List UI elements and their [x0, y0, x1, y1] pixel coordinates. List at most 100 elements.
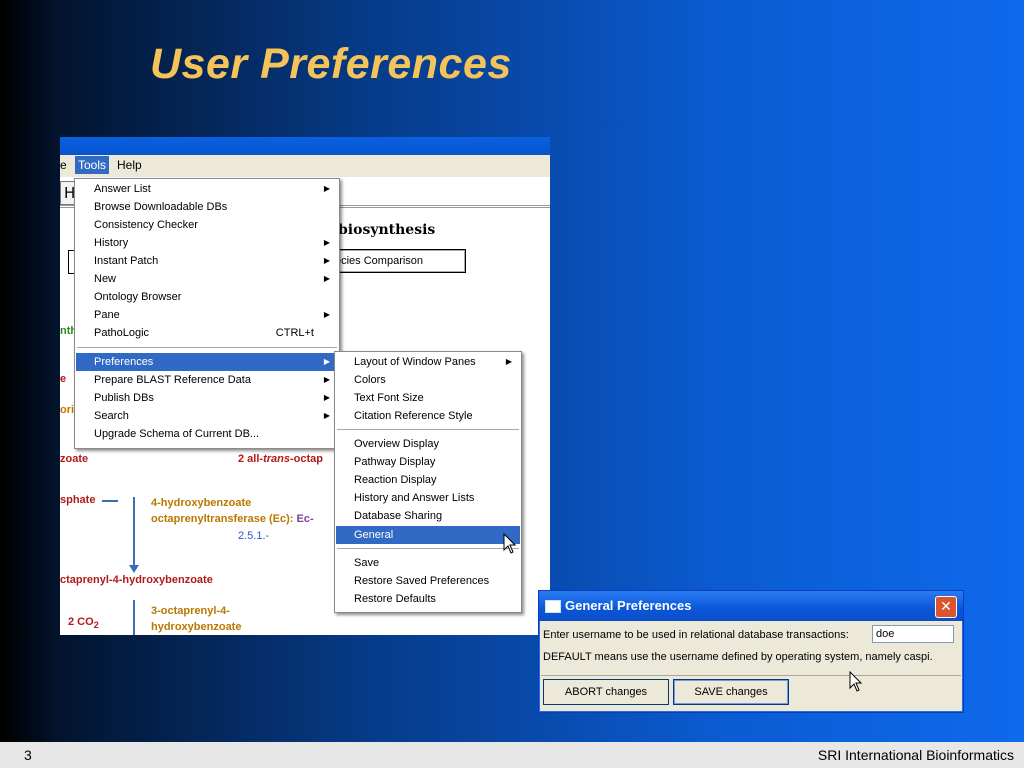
compound-phosphate[interactable]: sphate: [60, 494, 95, 506]
submenu-arrow-icon: ▶: [505, 357, 512, 366]
menu-item-browse-dbs[interactable]: Browse Downloadable DBs: [76, 198, 338, 216]
label: Instant Patch: [94, 255, 159, 267]
general-preferences-dialog: General Preferences ✕ Enter username to …: [538, 590, 964, 713]
label: Upgrade Schema of Current DB...: [94, 428, 260, 440]
username-input[interactable]: [872, 625, 954, 643]
label: Publish DBs: [94, 392, 154, 404]
pref-item-overview-display[interactable]: Overview Display: [336, 435, 520, 453]
menu-separator: [77, 347, 337, 349]
menu-item-history[interactable]: History ▶: [76, 234, 338, 252]
window-icon: [545, 600, 561, 613]
submenu-arrow-icon: ▶: [323, 375, 330, 384]
pref-item-pathway-display[interactable]: Pathway Display: [336, 453, 520, 471]
default-note: DEFAULT means use the username defined b…: [543, 651, 933, 663]
mouse-pointer-icon: [849, 671, 863, 692]
label: Consistency Checker: [94, 219, 198, 231]
label: New: [94, 273, 117, 285]
menu-item-preferences[interactable]: Preferences ▶: [76, 353, 338, 371]
menu-item-new[interactable]: New ▶: [76, 270, 338, 288]
close-icon[interactable]: ✕: [935, 596, 957, 618]
label: Preferences: [94, 356, 154, 368]
all-trans-suffix: -octap: [289, 453, 323, 465]
submenu-arrow-icon: ▶: [323, 411, 330, 420]
compound-octaprenyl-hydroxybenzoate[interactable]: ctaprenyl-4-hydroxybenzoate: [60, 574, 213, 586]
pref-item-reaction-display[interactable]: Reaction Display: [336, 471, 520, 489]
submenu-arrow-icon: ▶: [323, 238, 330, 247]
compound-all-trans[interactable]: 2 all-trans-octap: [238, 453, 323, 465]
compound-co2[interactable]: 2 CO2: [68, 616, 99, 630]
pref-item-text-font-size[interactable]: Text Font Size: [336, 389, 520, 407]
label: History: [94, 237, 129, 249]
label: Layout of Window Panes: [354, 356, 476, 368]
mouse-pointer-icon: [503, 533, 517, 554]
label: Reaction Display: [354, 474, 437, 486]
menu-item-consistency-checker[interactable]: Consistency Checker: [76, 216, 338, 234]
shortcut-label: CTRL+t: [275, 327, 314, 339]
pref-item-database-sharing[interactable]: Database Sharing: [336, 507, 520, 525]
label: Prepare BLAST Reference Data: [94, 374, 251, 386]
menu-item-pathologic[interactable]: PathoLogic CTRL+t: [76, 324, 338, 342]
arrow-head-icon: [129, 565, 139, 573]
label: Answer List: [94, 183, 151, 195]
label: Database Sharing: [354, 510, 443, 522]
compound-benzoate[interactable]: zoate: [60, 453, 88, 465]
label: Pathway Display: [354, 456, 436, 468]
label: History and Answer Lists: [354, 492, 475, 504]
menu-item-pane[interactable]: Pane ▶: [76, 306, 338, 324]
pathway-arrow-2: [133, 600, 135, 635]
menu-item-prepare-blast[interactable]: Prepare BLAST Reference Data ▶: [76, 371, 338, 389]
ec-number-link[interactable]: 2.5.1.-: [238, 530, 269, 542]
label: Restore Defaults: [354, 593, 436, 605]
enzyme-ec-prefix: Ec-: [296, 513, 314, 525]
label: Overview Display: [354, 438, 439, 450]
submenu-arrow-icon: ▶: [323, 357, 330, 366]
menu-help[interactable]: Help: [117, 158, 142, 172]
pathway-fragment-ori: ori: [60, 404, 75, 416]
label: Save: [354, 557, 380, 569]
label: Pane: [94, 309, 120, 321]
pref-item-layout[interactable]: Layout of Window Panes ▶: [336, 353, 520, 371]
label: Search: [94, 410, 129, 422]
enzyme-name-line2[interactable]: octaprenyltransferase (Ec): Ec-: [151, 513, 314, 525]
species-comparison-button[interactable]: ecies Comparison: [328, 249, 466, 273]
preferences-submenu: Layout of Window Panes ▶ Colors Text Font…: [334, 351, 522, 613]
submenu-arrow-icon: ▶: [323, 393, 330, 402]
pref-item-restore-saved[interactable]: Restore Saved Preferences: [336, 572, 520, 590]
pathway-title: biosynthesis: [338, 222, 436, 238]
pref-item-restore-defaults[interactable]: Restore Defaults: [336, 590, 520, 608]
submenu-arrow-icon: ▶: [323, 310, 330, 319]
menu-item-search[interactable]: Search ▶: [76, 407, 338, 425]
page-number: 3: [24, 747, 32, 763]
label: Restore Saved Preferences: [354, 575, 490, 587]
dialog-titlebar[interactable]: General Preferences ✕: [539, 591, 963, 621]
menu-item-publish-dbs[interactable]: Publish DBs ▶: [76, 389, 338, 407]
label: Ontology Browser: [94, 291, 182, 303]
enzyme-name-line1[interactable]: 4-hydroxybenzoate: [151, 497, 251, 509]
enzyme2-line1[interactable]: 3-octaprenyl-4-: [151, 605, 230, 617]
slide-title: User Preferences: [150, 40, 512, 88]
slide-footer: 3 SRI International Bioinformatics: [0, 742, 1024, 768]
save-changes-button[interactable]: SAVE changes: [673, 679, 789, 705]
submenu-arrow-icon: ▶: [323, 274, 330, 283]
pref-item-general[interactable]: General: [336, 526, 520, 544]
reaction-arrow: [102, 500, 118, 502]
enzyme2-line2[interactable]: hydroxybenzoate: [151, 621, 241, 633]
pref-item-save[interactable]: Save: [336, 554, 520, 572]
label: General: [354, 529, 394, 541]
pref-item-colors[interactable]: Colors: [336, 371, 520, 389]
menu-item-instant-patch[interactable]: Instant Patch ▶: [76, 252, 338, 270]
menu-item-upgrade-schema[interactable]: Upgrade Schema of Current DB...: [76, 425, 338, 443]
abort-changes-button[interactable]: ABORT changes: [543, 679, 669, 705]
label: Browse Downloadable DBs: [94, 201, 228, 213]
menu-file-partial[interactable]: e: [60, 158, 67, 172]
menu-item-ontology-browser[interactable]: Ontology Browser: [76, 288, 338, 306]
all-trans-italic: trans: [263, 453, 290, 465]
co2-subscript: 2: [93, 620, 99, 631]
submenu-arrow-icon: ▶: [323, 184, 330, 193]
pref-item-history-answer-lists[interactable]: History and Answer Lists: [336, 489, 520, 507]
menu-tools[interactable]: Tools: [75, 156, 110, 174]
co2-text: 2 CO: [68, 616, 94, 628]
menu-item-answer-list[interactable]: Answer List ▶: [76, 180, 338, 198]
pref-item-citation-style[interactable]: Citation Reference Style: [336, 407, 520, 425]
submenu-arrow-icon: ▶: [323, 256, 330, 265]
